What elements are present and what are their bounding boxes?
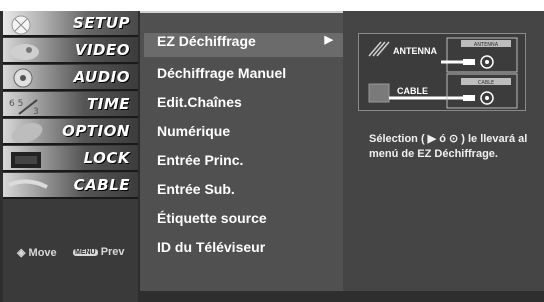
menu-item-label: EZ Déchiffrage bbox=[157, 33, 256, 49]
svg-text:6 5: 6 5 bbox=[9, 99, 23, 109]
prev-hint: MENU Prev bbox=[73, 246, 125, 258]
move-hint: ◈ Move bbox=[17, 246, 57, 259]
tab-setup[interactable]: SETUP bbox=[3, 11, 138, 37]
antenna-icon bbox=[368, 41, 390, 57]
cable-plug bbox=[463, 95, 475, 101]
cable-image-icon bbox=[8, 179, 48, 189]
svg-text:3: 3 bbox=[33, 107, 39, 116]
lock-image-icon bbox=[11, 152, 41, 168]
tab-label: SETUP bbox=[73, 14, 130, 32]
tab-label: LOCK bbox=[83, 149, 130, 167]
tab-cable[interactable]: CABLE bbox=[3, 173, 138, 199]
audio-image-icon bbox=[13, 68, 33, 88]
menu-item-edit-chaines[interactable]: Edit.Chaînes bbox=[157, 94, 337, 118]
menu-item-id-televiseur[interactable]: ID du Téléviseur bbox=[157, 239, 337, 263]
move-dpad-icon: ◈ bbox=[17, 247, 26, 259]
cable-port-label: CABLE bbox=[478, 80, 494, 86]
tab-label: OPTION bbox=[62, 122, 130, 140]
antenna-port-label: ANTENNA bbox=[474, 42, 499, 48]
menu-item-etiquette-source[interactable]: Étiquette source bbox=[157, 210, 337, 234]
cable-label: CABLE bbox=[397, 86, 428, 96]
setup-menu: EZ Déchiffrage ▶ Déchiffrage Manuel Edit… bbox=[140, 13, 343, 291]
help-text: Sélection ( ▶ ó ⊙ ) le llevará al menú d… bbox=[369, 133, 528, 160]
tab-label: CABLE bbox=[73, 176, 130, 194]
nav-hints: ◈ Move MENU Prev bbox=[3, 246, 138, 266]
tab-lock[interactable]: LOCK bbox=[3, 146, 138, 172]
tab-label: TIME bbox=[87, 95, 130, 113]
submenu-arrow-icon: ▶ bbox=[324, 34, 333, 46]
menu-item-entree-princ[interactable]: Entrée Princ. bbox=[157, 152, 337, 176]
antenna-cable-diagram: ANTENNA ANTENNA CABLE CABLE bbox=[368, 37, 518, 109]
menu-item-ez-dechiffrage[interactable]: EZ Déchiffrage ▶ bbox=[144, 33, 343, 57]
move-label: Move bbox=[28, 247, 57, 259]
video-image-icon bbox=[11, 44, 39, 60]
tab-label: VIDEO bbox=[74, 41, 130, 59]
menu-button-icon: MENU bbox=[73, 248, 98, 256]
tab-label: AUDIO bbox=[73, 68, 130, 86]
option-image-icon bbox=[11, 122, 43, 143]
tab-column: SETUP VIDEO AUDIO 6 5 3 TIME OPTION LOCK bbox=[3, 11, 138, 302]
tab-option[interactable]: OPTION bbox=[3, 119, 138, 145]
menu-item-dechiffrage-manuel[interactable]: Déchiffrage Manuel bbox=[157, 65, 337, 89]
antenna-label: ANTENNA bbox=[393, 46, 437, 56]
connection-diagram: ANTENNA ANTENNA CABLE CABLE bbox=[358, 33, 526, 111]
tab-video[interactable]: VIDEO bbox=[3, 38, 138, 64]
help-panel: ANTENNA ANTENNA CABLE CABLE Sélection ( … bbox=[343, 11, 544, 291]
menu-item-entree-sub[interactable]: Entrée Sub. bbox=[157, 181, 337, 205]
setup-image-icon bbox=[11, 15, 31, 35]
prev-label: Prev bbox=[100, 246, 125, 258]
tab-audio[interactable]: AUDIO bbox=[3, 65, 138, 91]
menu-item-numerique[interactable]: Numérique bbox=[157, 123, 337, 147]
cable-box-icon bbox=[368, 83, 390, 103]
tab-time[interactable]: 6 5 3 TIME bbox=[3, 92, 138, 118]
antenna-plug bbox=[463, 59, 475, 65]
clock-image-icon: 6 5 3 bbox=[9, 99, 39, 116]
